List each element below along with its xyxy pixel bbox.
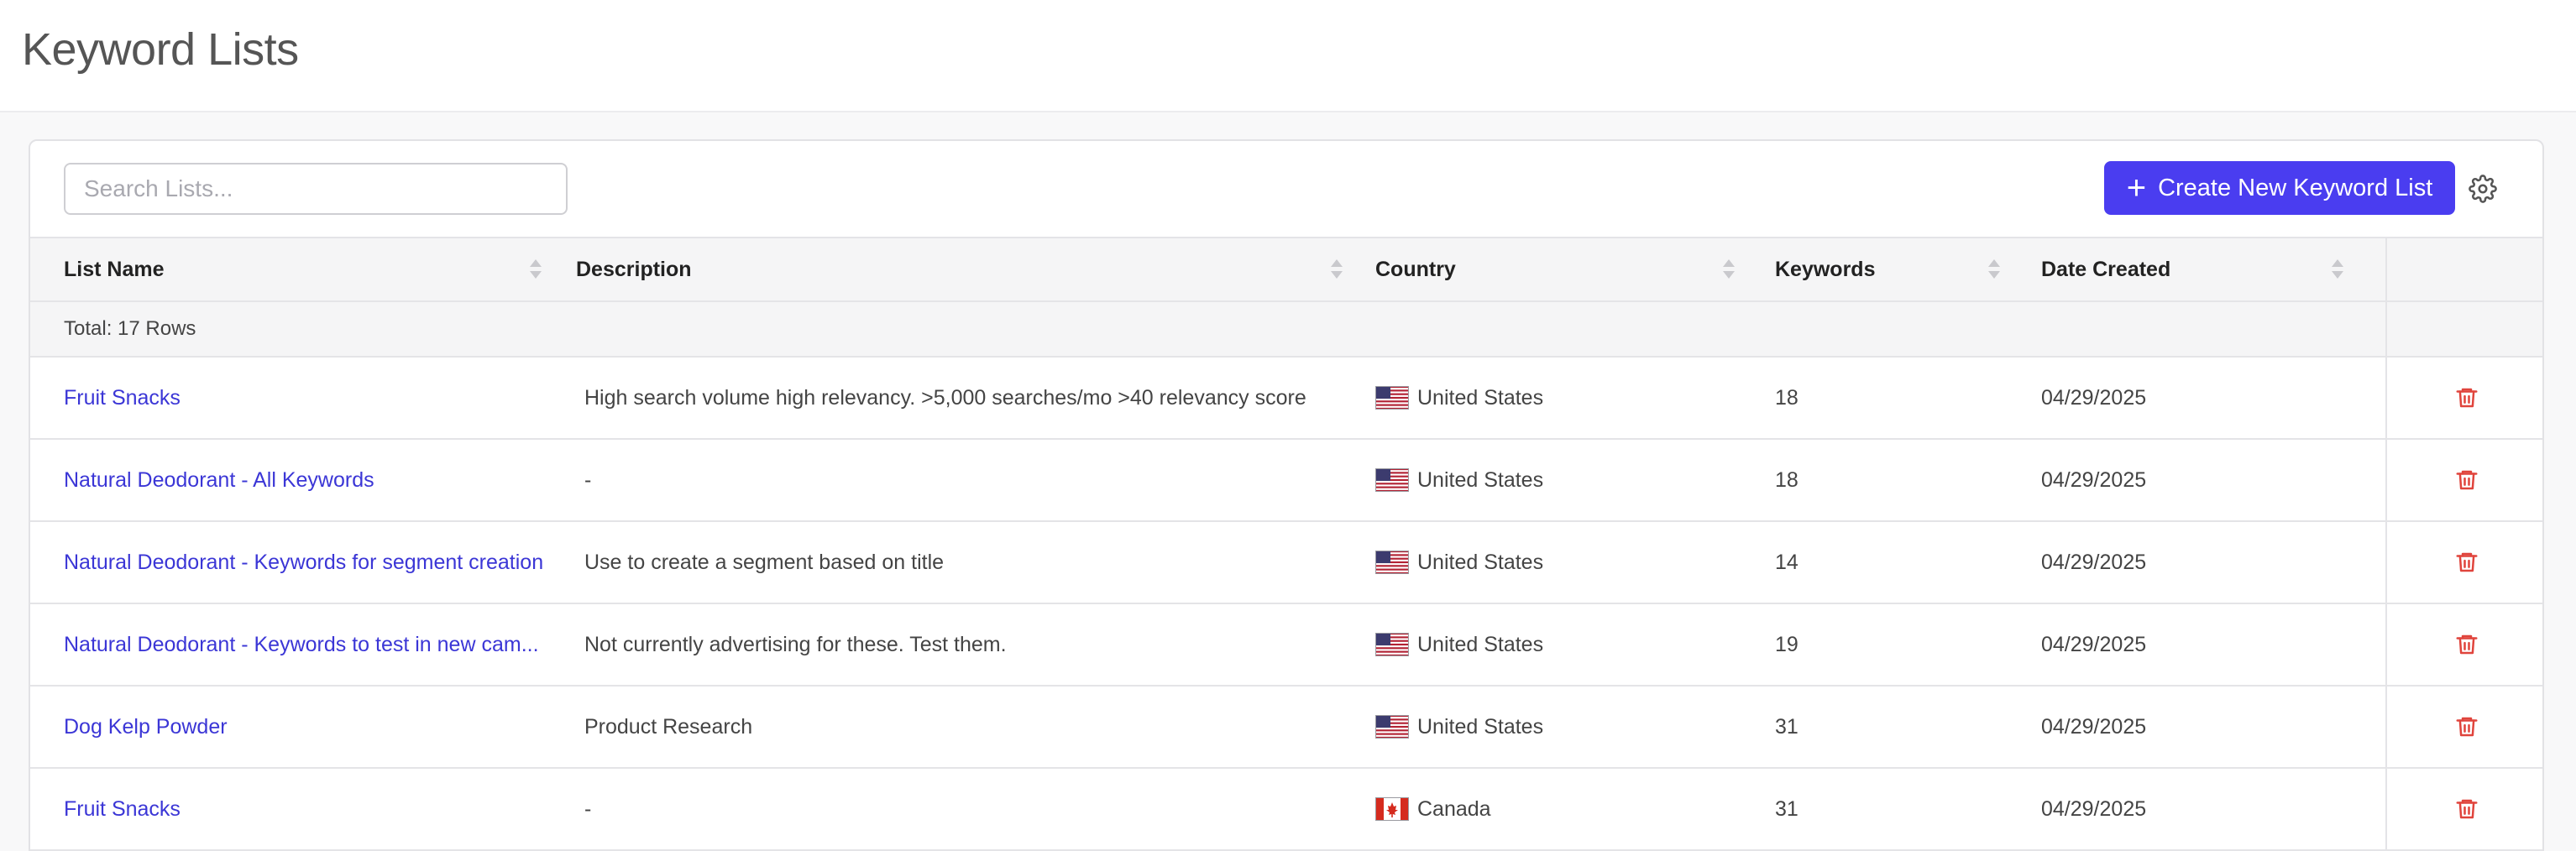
column-header-list-name[interactable]: List Name xyxy=(30,237,576,302)
table-row: Natural Deodorant - Keywords to test in … xyxy=(30,603,2542,687)
actions-cell xyxy=(2385,439,2542,522)
column-header-date-created[interactable]: Date Created xyxy=(2041,237,2386,302)
column-header-country[interactable]: Country xyxy=(1375,237,1775,302)
actions-cell xyxy=(2385,686,2542,769)
sort-icon[interactable] xyxy=(1330,257,1343,282)
country-cell: United States xyxy=(1375,603,1775,687)
description-cell: Not currently advertising for these. Tes… xyxy=(576,603,1375,687)
search-input[interactable] xyxy=(64,163,568,215)
keywords-count-cell: 31 xyxy=(1775,768,2041,851)
table-row: Dog Kelp Powder Product Research United St… xyxy=(30,686,2542,769)
column-header-keywords[interactable]: Keywords xyxy=(1775,237,2041,302)
ca-flag-icon xyxy=(1375,797,1409,821)
list-name-cell: Natural Deodorant - Keywords to test in … xyxy=(30,603,576,687)
date-created-cell: 04/29/2025 xyxy=(2041,357,2386,440)
create-new-keyword-list-button[interactable]: + Create New Keyword List xyxy=(2104,161,2455,215)
toolbar: + Create New Keyword List xyxy=(30,141,2542,237)
country-cell: United States xyxy=(1375,521,1775,604)
us-flag-icon xyxy=(1375,468,1409,492)
trash-icon[interactable] xyxy=(2454,632,2479,657)
description-cell: - xyxy=(576,439,1375,522)
keywords-count-cell: 31 xyxy=(1775,686,2041,769)
keyword-lists-card: + Create New Keyword List List Name xyxy=(29,139,2544,851)
list-name-cell: Natural Deodorant - All Keywords xyxy=(30,439,576,522)
date-created-cell: 04/29/2025 xyxy=(2041,603,2386,687)
create-button-label: Create New Keyword List xyxy=(2158,174,2433,201)
actions-cell xyxy=(2385,603,2542,687)
sort-icon[interactable] xyxy=(1987,257,2001,282)
list-name-link[interactable]: Natural Deodorant - All Keywords xyxy=(64,468,374,492)
country-name: Canada xyxy=(1417,796,1491,821)
column-header-description[interactable]: Description xyxy=(576,237,1375,302)
list-name-cell: Fruit Snacks xyxy=(30,357,576,440)
list-name-link[interactable]: Dog Kelp Powder xyxy=(64,715,228,739)
trash-icon[interactable] xyxy=(2454,550,2479,575)
country-cell: United States xyxy=(1375,357,1775,440)
gear-icon[interactable] xyxy=(2469,175,2497,203)
table-row: Fruit Snacks High search volume high rele… xyxy=(30,357,2542,440)
list-name-cell: Fruit Snacks xyxy=(30,768,576,851)
trash-icon[interactable] xyxy=(2454,385,2479,410)
country-name: United States xyxy=(1417,385,1544,410)
description-cell: Use to create a segment based on title xyxy=(576,521,1375,604)
country-name: United States xyxy=(1417,714,1544,739)
sort-icon[interactable] xyxy=(1722,257,1736,282)
actions-cell xyxy=(2385,521,2542,604)
us-flag-icon xyxy=(1375,633,1409,656)
date-created-cell: 04/29/2025 xyxy=(2041,768,2386,851)
country-name: United States xyxy=(1417,550,1544,574)
sort-icon[interactable] xyxy=(2331,257,2344,282)
us-flag-icon xyxy=(1375,715,1409,739)
table-row: Natural Deodorant - Keywords for segment… xyxy=(30,521,2542,604)
list-name-link[interactable]: Fruit Snacks xyxy=(64,797,181,821)
keywords-count-cell: 18 xyxy=(1775,357,2041,440)
country-name: United States xyxy=(1417,632,1544,656)
column-header-actions xyxy=(2385,237,2542,302)
actions-cell xyxy=(2385,357,2542,440)
country-cell: United States xyxy=(1375,439,1775,522)
page-title: Keyword Lists xyxy=(22,24,299,75)
list-name-cell: Natural Deodorant - Keywords for segment… xyxy=(30,521,576,604)
keywords-count-cell: 14 xyxy=(1775,521,2041,604)
keyword-lists-table: List Name Description Country Keywords D… xyxy=(30,237,2542,851)
total-rows-label: Total: 17 Rows xyxy=(30,301,2386,358)
trash-icon[interactable] xyxy=(2454,467,2479,493)
table-body: Fruit Snacks High search volume high rele… xyxy=(30,357,2542,851)
description-cell: - xyxy=(576,768,1375,851)
list-name-cell: Dog Kelp Powder xyxy=(30,686,576,769)
country-name: United States xyxy=(1417,467,1544,492)
page-header: Keyword Lists xyxy=(0,0,2576,112)
total-row: Total: 17 Rows xyxy=(30,301,2542,358)
description-cell: High search volume high relevancy. >5,00… xyxy=(576,357,1375,440)
country-cell: Canada xyxy=(1375,768,1775,851)
list-name-link[interactable]: Fruit Snacks xyxy=(64,386,181,410)
trash-icon[interactable] xyxy=(2454,796,2479,822)
sort-icon[interactable] xyxy=(529,257,542,282)
us-flag-icon xyxy=(1375,386,1409,410)
table-header: List Name Description Country Keywords D… xyxy=(30,237,2542,302)
date-created-cell: 04/29/2025 xyxy=(2041,521,2386,604)
list-name-link[interactable]: Natural Deodorant - Keywords for segment… xyxy=(64,551,543,574)
list-name-link[interactable]: Natural Deodorant - Keywords to test in … xyxy=(64,633,539,656)
keywords-count-cell: 18 xyxy=(1775,439,2041,522)
description-cell: Product Research xyxy=(576,686,1375,769)
plus-icon: + xyxy=(2126,170,2147,206)
trash-icon[interactable] xyxy=(2454,714,2479,739)
country-cell: United States xyxy=(1375,686,1775,769)
keywords-count-cell: 19 xyxy=(1775,603,2041,687)
date-created-cell: 04/29/2025 xyxy=(2041,439,2386,522)
table-row: Fruit Snacks - Canada 31 04/29/2025 xyxy=(30,768,2542,851)
date-created-cell: 04/29/2025 xyxy=(2041,686,2386,769)
actions-cell xyxy=(2385,768,2542,851)
us-flag-icon xyxy=(1375,551,1409,574)
table-row: Natural Deodorant - All Keywords - United … xyxy=(30,439,2542,522)
